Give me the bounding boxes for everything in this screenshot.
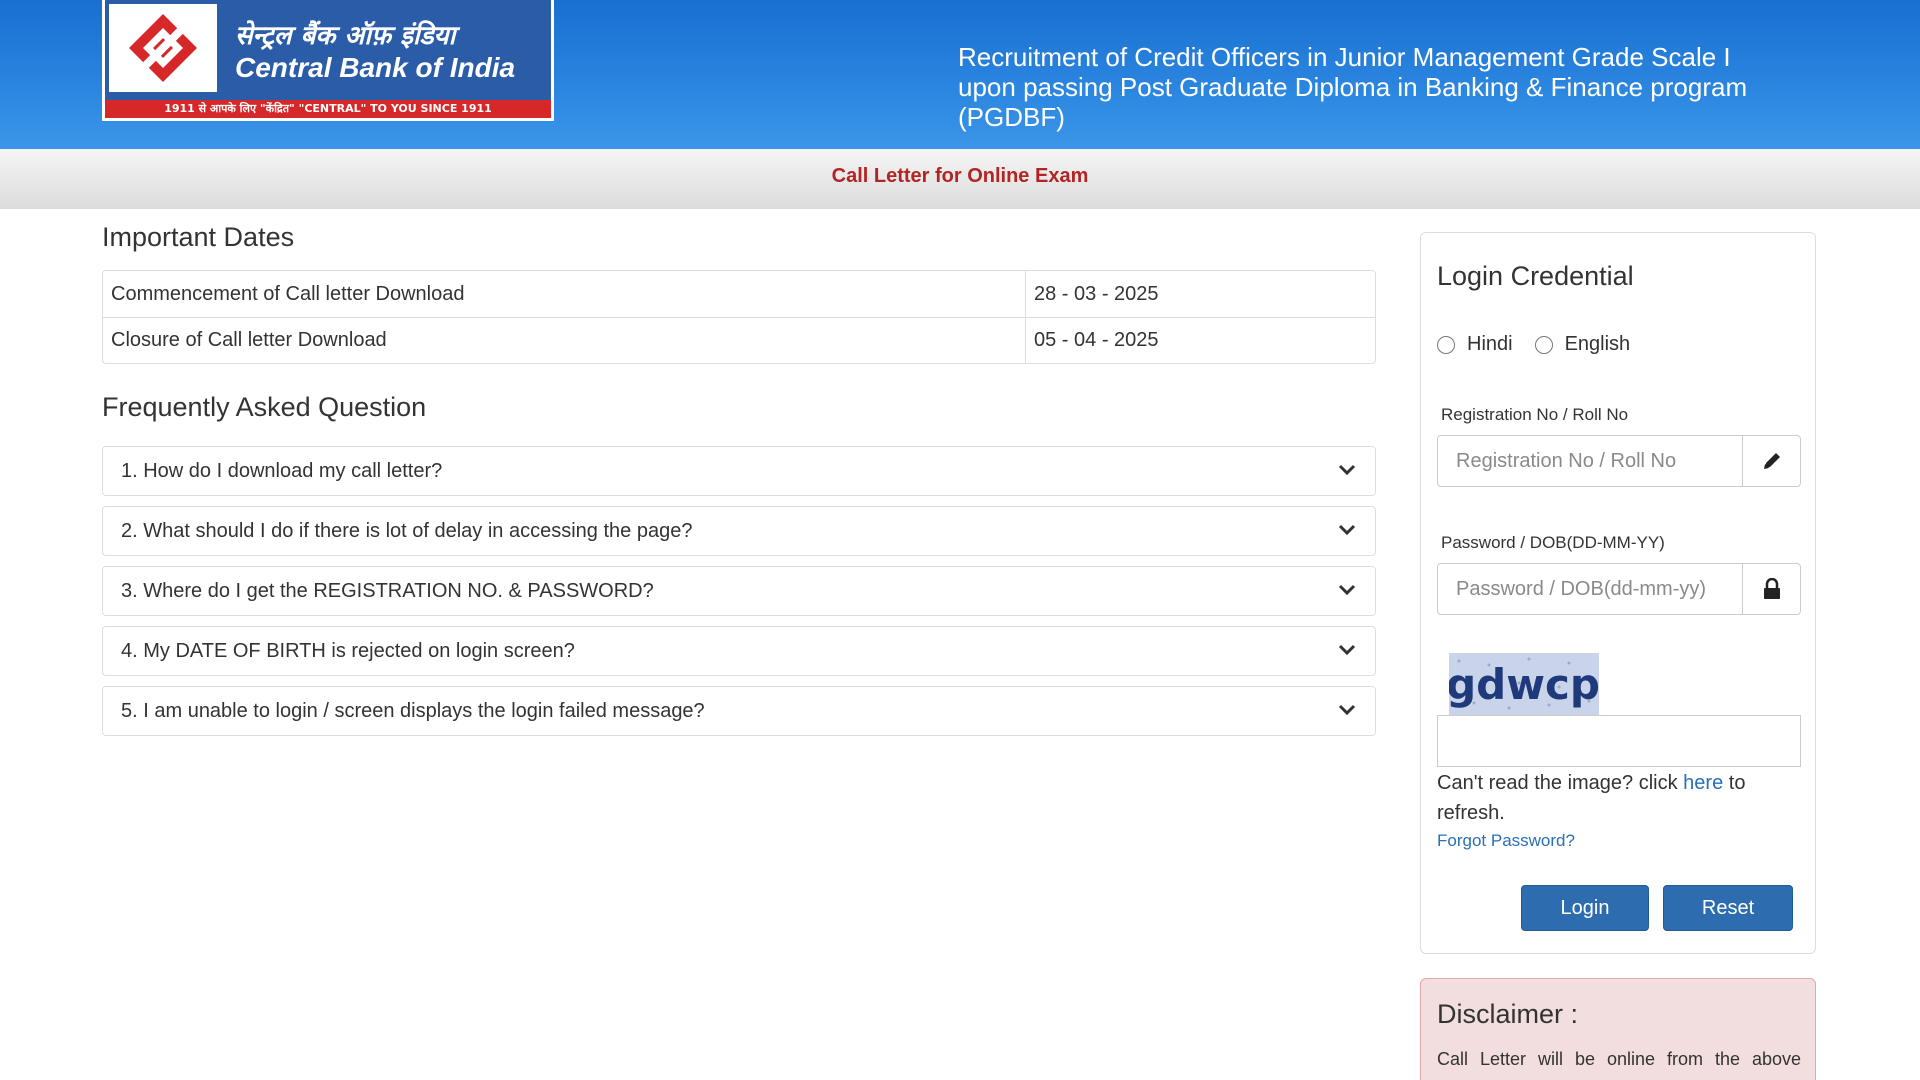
faq-item-2[interactable]: 2. What should I do if there is lot of d… [102,506,1376,556]
password-label: Password / DOB(DD-MM-YY) [1441,533,1665,552]
refresh-prefix: Can't read the image? click [1437,772,1684,794]
faq-question: 4. My DATE OF BIRTH is rejected on login… [121,640,575,662]
faq-item-1[interactable]: 1. How do I download my call letter? [102,446,1376,496]
bank-emblem-icon [109,4,217,92]
recruitment-title: Recruitment of Credit Officers in Junior… [958,42,1748,132]
captcha-image: gdwcp [1446,653,1600,715]
date-label: Closure of Call letter Download [103,317,1025,363]
page-title: Call Letter for Online Exam [831,165,1089,187]
faq-question: 5. I am unable to login / screen display… [121,700,705,722]
logo-hindi-name: सेन्ट्रल बैंक ऑफ़ इंडिया [235,21,456,51]
hindi-label[interactable]: Hindi [1467,333,1513,356]
faq-item-3[interactable]: 3. Where do I get the REGISTRATION NO. &… [102,566,1376,616]
password-placeholder: Password / DOB(dd-mm-yy) [1456,578,1707,600]
login-button[interactable]: Login [1521,885,1649,931]
page-header: सेन्ट्रल बैंक ऑफ़ इंडिया Central Bank of… [0,0,1920,149]
important-dates-table: Commencement of Call letter Download 28 … [102,270,1376,364]
hindi-radio[interactable] [1437,335,1455,354]
reset-button[interactable]: Reset [1663,885,1793,931]
chevron-down-icon[interactable] [1337,520,1357,545]
disclaimer-title: Disclaimer : [1437,999,1579,1029]
table-row: Commencement of Call letter Download 28 … [103,271,1375,317]
date-value: 28 - 03 - 2025 [1025,271,1375,317]
disclaimer-panel: Disclaimer : Call Letter will be online … [1420,978,1816,1080]
bank-logo[interactable]: सेन्ट्रल बैंक ऑफ़ इंडिया Central Bank of… [102,0,554,121]
chevron-down-icon[interactable] [1337,640,1357,665]
faq-item-4[interactable]: 4. My DATE OF BIRTH is rejected on login… [102,626,1376,676]
captcha-input[interactable] [1437,715,1801,767]
forgot-password-link[interactable]: Forgot Password? [1437,831,1575,851]
password-input[interactable]: Password / DOB(dd-mm-yy) [1437,563,1801,615]
chevron-down-icon[interactable] [1337,580,1357,605]
faq-heading: Frequently Asked Question [102,392,427,422]
lock-icon [1742,564,1800,614]
login-panel: Login Credential Hindi English Registrat… [1420,232,1816,954]
important-dates-heading: Important Dates [102,222,295,252]
chevron-down-icon[interactable] [1337,700,1357,725]
date-label: Commencement of Call letter Download [111,282,465,305]
chevron-down-icon[interactable] [1337,460,1357,485]
faq-question: 2. What should I do if there is lot of d… [121,520,693,542]
registration-input[interactable]: Registration No / Roll No [1437,435,1801,487]
registration-label: Registration No / Roll No [1441,405,1629,424]
registration-placeholder: Registration No / Roll No [1456,450,1677,472]
logo-tagline: 1911 से आपके लिए "केंद्रित" "CENTRAL" TO… [105,100,551,118]
english-radio[interactable] [1534,335,1553,354]
english-label[interactable]: English [1565,333,1631,356]
captcha-refresh-text: Can't read the image? click here to refr… [1437,768,1801,828]
logo-panel: सेन्ट्रल बैंक ऑफ़ इंडिया Central Bank of… [105,0,551,118]
subheader-bar: Call Letter for Online Exam [0,149,1920,209]
faq-question: 3. Where do I get the REGISTRATION NO. &… [121,580,654,602]
captcha-text: gdwcp [1449,660,1599,709]
language-selector: Hindi English [1437,333,1652,356]
login-title: Login Credential [1437,261,1634,291]
faq-question: 1. How do I download my call letter? [121,460,443,482]
date-value: 05 - 04 - 2025 [1025,317,1375,363]
disclaimer-text: Call Letter will be online from the abov… [1437,1049,1801,1069]
captcha-refresh-link[interactable]: here [1683,772,1723,794]
pencil-icon [1742,436,1800,486]
faq-item-5[interactable]: 5. I am unable to login / screen display… [102,686,1376,736]
table-row: Closure of Call letter Download 05 - 04 … [103,317,1375,363]
logo-english-name: Central Bank of India [235,52,516,83]
